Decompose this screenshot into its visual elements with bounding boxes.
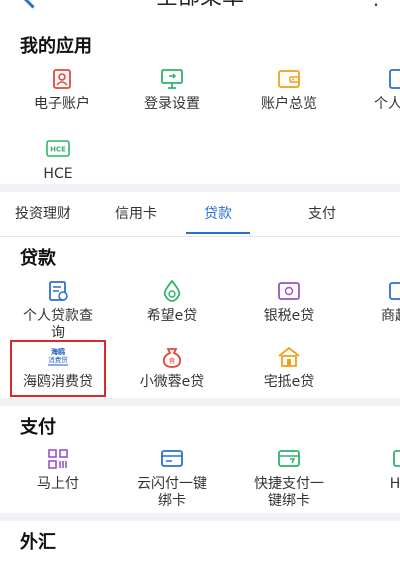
- money-bag-icon: 蓉: [162, 348, 182, 368]
- payment-item-label-2: 键绑卡: [268, 493, 310, 509]
- highlight-box: [10, 340, 106, 397]
- loan-item-personal-query[interactable]: 个人贷款查 询: [8, 280, 108, 342]
- payment-item-partial[interactable]: H: [345, 448, 400, 493]
- more-icon[interactable]: ⋮: [366, 0, 386, 7]
- tab-investment[interactable]: 投资理财: [0, 192, 86, 236]
- loan-item-small-micro[interactable]: 蓉 小微蓉e贷: [122, 346, 222, 391]
- payment-item-label: 马上付: [37, 476, 79, 492]
- loan-item-business[interactable]: 商起: [345, 280, 400, 325]
- loan-item-label: 银税e贷: [263, 308, 315, 324]
- partial-icon: [393, 450, 400, 467]
- quick-card-icon: [278, 450, 300, 467]
- svg-text:HCE: HCE: [50, 146, 66, 154]
- payment-item-label: 快捷支付一: [254, 476, 324, 492]
- tab-credit-card[interactable]: 信用卡: [96, 192, 176, 236]
- payment-item-label: H: [389, 476, 400, 492]
- app-item-label: 电子账户: [34, 96, 90, 112]
- app-item-e-account[interactable]: 电子账户: [12, 68, 112, 113]
- loan-item-label: 个人贷款查: [23, 308, 93, 324]
- id-card-icon: [53, 69, 71, 89]
- loan-item-label: 小微蓉e贷: [139, 374, 205, 390]
- app-item-label: 账户总览: [261, 96, 317, 112]
- app-item-label: HCE: [43, 166, 73, 182]
- my-apps-title: 我的应用: [20, 36, 92, 57]
- loan-document-icon: [49, 281, 68, 301]
- tax-card-icon: [278, 282, 300, 300]
- payment-item-quick-bind[interactable]: 快捷支付一 键绑卡: [239, 448, 339, 510]
- app-item-hce[interactable]: HCE HCE: [8, 138, 108, 183]
- top-bar: 全部菜单 ⋮: [0, 0, 400, 12]
- loan-item-hope[interactable]: 希望e贷: [122, 280, 222, 325]
- card-icon: [161, 450, 183, 467]
- app-item-label: 个人信: [374, 96, 400, 112]
- money-bag-badge: 蓉: [169, 357, 175, 365]
- payment-item-label-2: 绑卡: [158, 493, 186, 509]
- active-tab-indicator: [186, 232, 250, 234]
- business-icon: [389, 282, 400, 300]
- category-tabs: 投资理财 信用卡 贷款 支付: [0, 192, 400, 237]
- wallet-icon: [278, 70, 300, 88]
- page-title: 全部菜单: [0, 0, 400, 9]
- loan-item-house[interactable]: 宅抵e贷: [239, 346, 339, 391]
- section-divider: [0, 513, 400, 521]
- section-divider: [0, 398, 400, 406]
- section-divider: [0, 184, 400, 192]
- forex-title: 外汇: [20, 532, 56, 553]
- loan-item-tax[interactable]: 银税e贷: [239, 280, 339, 325]
- hope-drop-icon: [163, 280, 181, 302]
- loans-title: 贷款: [20, 248, 56, 269]
- tab-payment[interactable]: 支付: [290, 192, 354, 236]
- app-item-account-overview[interactable]: 账户总览: [239, 68, 339, 113]
- app-item-personal-info[interactable]: 个人信: [345, 68, 400, 113]
- payment-item-unionpay-bind[interactable]: 云闪付一键 绑卡: [122, 448, 222, 510]
- loan-item-label: 商起: [381, 308, 400, 324]
- qr-grid-icon: [48, 449, 68, 469]
- app-item-label: 登录设置: [144, 96, 200, 112]
- loan-item-label: 希望e贷: [146, 308, 198, 324]
- person-info-icon: [389, 69, 400, 89]
- payment-item-instant[interactable]: 马上付: [8, 448, 108, 493]
- hce-card-icon: HCE: [46, 140, 70, 157]
- app-item-login-settings[interactable]: 登录设置: [122, 68, 222, 113]
- tab-loans[interactable]: 贷款: [186, 192, 250, 236]
- loan-item-label: 宅抵e贷: [263, 374, 315, 390]
- monitor-settings-icon: [161, 69, 183, 89]
- payment-item-label: 云闪付一键: [137, 476, 207, 492]
- house-icon: [278, 346, 300, 367]
- payment-title: 支付: [20, 417, 56, 438]
